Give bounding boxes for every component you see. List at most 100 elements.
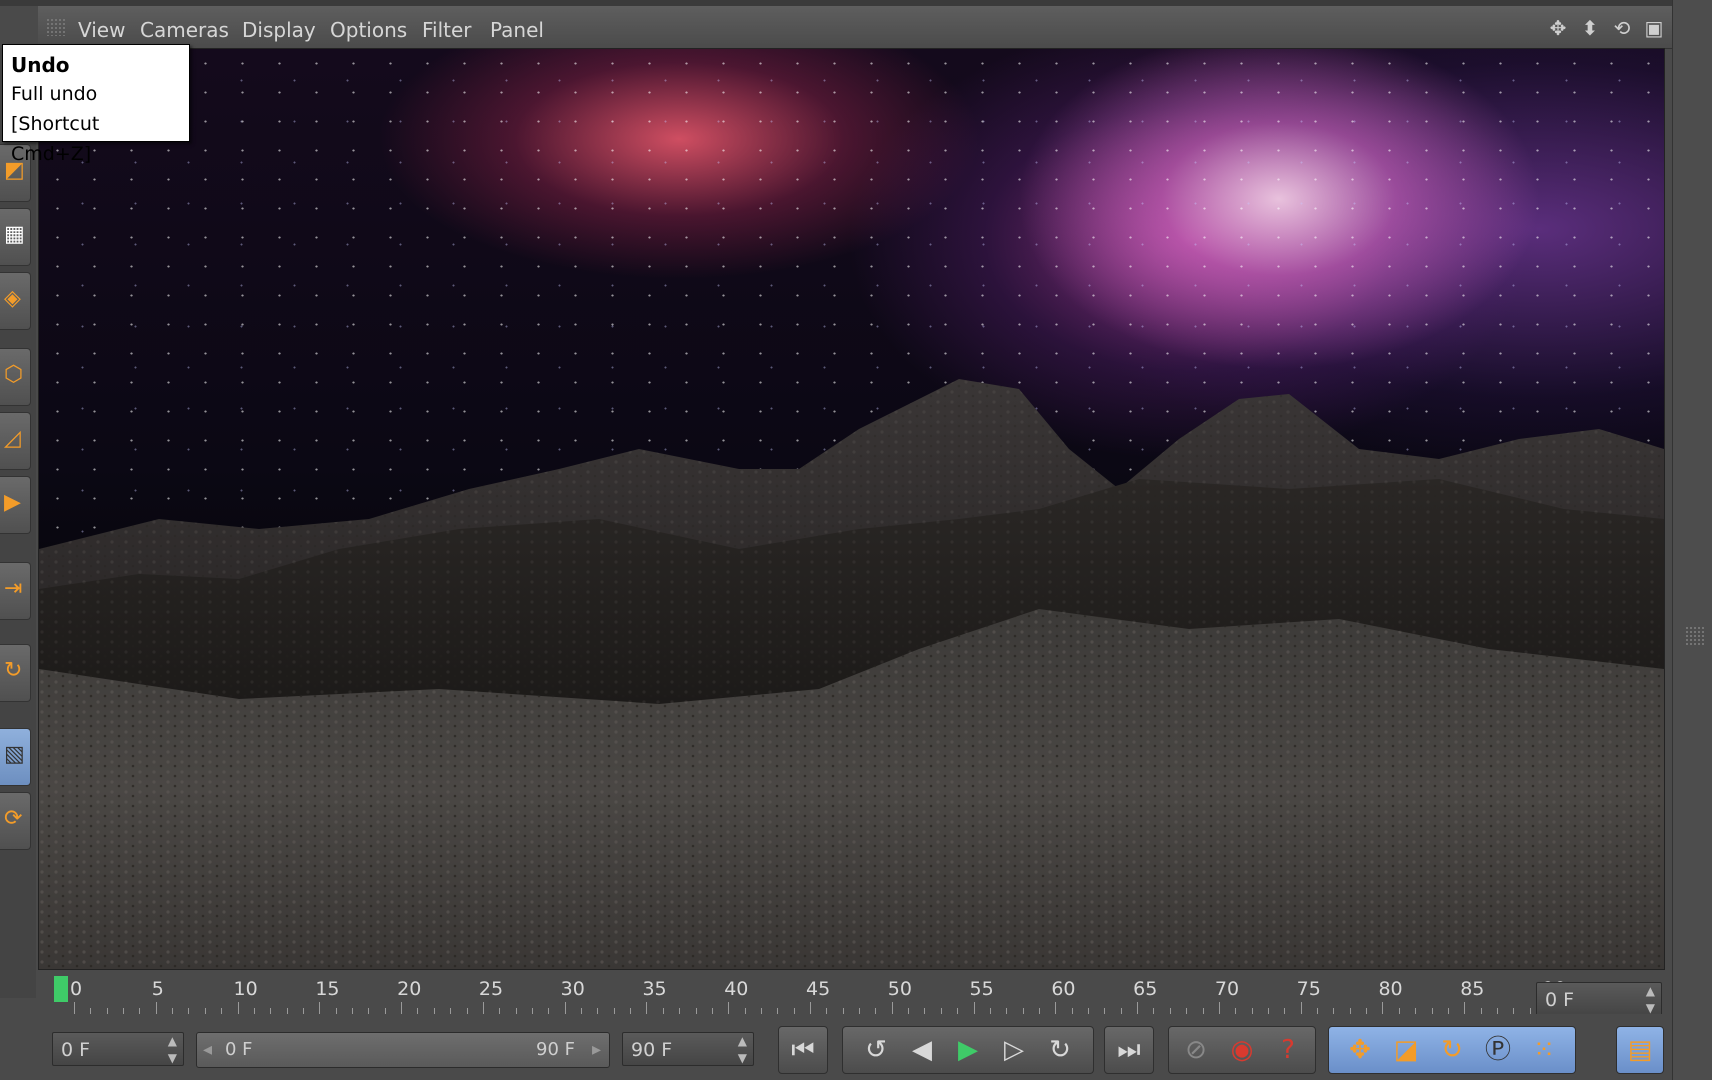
menu-options[interactable]: Options <box>330 18 407 42</box>
range-start-label: 0 F <box>225 1039 253 1060</box>
timeline-tick <box>482 1002 484 1014</box>
tool-points[interactable]: ⬡ <box>0 348 31 406</box>
skip-end-icon: ⏭ <box>1117 1035 1141 1065</box>
grid-icon: ◈ <box>4 286 21 311</box>
prev-key-icon[interactable]: ↺ <box>853 1027 899 1073</box>
tooltip-title: Undo <box>11 53 70 77</box>
menu-view[interactable]: View <box>78 18 125 42</box>
key-pla-icon[interactable]: ⁙ <box>1521 1027 1567 1073</box>
timeline-tick-label: 15 <box>315 978 340 1000</box>
key-rotation-icon[interactable]: ↻ <box>1429 1027 1475 1073</box>
right-side-panel <box>1672 0 1712 1080</box>
timeline-tick-label: 50 <box>887 978 912 1000</box>
terrain-render <box>39 379 1664 969</box>
current-frame-value: 0 F <box>1545 989 1575 1011</box>
timeline-tick <box>1382 1002 1384 1014</box>
toggle-layout-icon[interactable]: ▣ <box>1642 16 1666 40</box>
timeline-tick-label: 10 <box>233 978 258 1000</box>
tool-axis[interactable]: ⇥ <box>0 562 31 620</box>
timeline-tick <box>891 1002 893 1014</box>
step-forward-icon[interactable]: ▷ <box>991 1027 1037 1073</box>
record-disabled-icon[interactable]: ⊘ <box>1173 1027 1219 1073</box>
key-position-icon[interactable]: ✥ <box>1337 1027 1383 1073</box>
stepper-icon[interactable]: ▲ ▼ <box>738 1033 747 1067</box>
move-view-icon[interactable]: ✥ <box>1546 16 1570 40</box>
skip-start-icon: ⏮ <box>791 1035 815 1065</box>
tool-tweak[interactable]: ↻ <box>0 644 31 702</box>
timeline-tick <box>401 1002 403 1014</box>
menu-filter[interactable]: Filter <box>422 18 472 42</box>
timeline-tick-label: 60 <box>1051 978 1076 1000</box>
playhead[interactable] <box>54 976 68 1002</box>
key-parameter-icon[interactable]: Ⓟ <box>1475 1027 1521 1073</box>
next-key-icon[interactable]: ↻ <box>1037 1027 1083 1073</box>
polygons-icon: ▶ <box>4 490 21 515</box>
viewport-menubar: View Cameras Display Options Filter Pane… <box>38 6 1674 49</box>
key-scale-icon[interactable]: ◪ <box>1383 1027 1429 1073</box>
timeline-tick <box>1055 1002 1057 1014</box>
end-frame-field[interactable]: 90 F ▲ ▼ <box>622 1032 754 1066</box>
step-back-icon[interactable]: ◀ <box>899 1027 945 1073</box>
keyframe-selection-icon[interactable]: ? <box>1265 1027 1311 1073</box>
lock-workplane-icon: ⟳ <box>4 806 23 831</box>
film-strip-icon: ▤ <box>1627 1035 1653 1065</box>
range-slider[interactable]: ◂ 0 F 90 F ▸ <box>196 1032 610 1068</box>
tool-lock[interactable]: ⟳ <box>0 792 31 850</box>
checker-icon: ▦ <box>4 222 25 247</box>
menu-display[interactable]: Display <box>242 18 316 42</box>
timeline-tick-label: 30 <box>560 978 585 1000</box>
dolly-icon[interactable]: ⬍ <box>1578 16 1602 40</box>
tool-snap[interactable]: ▧ <box>0 728 31 786</box>
go-to-start-button[interactable]: ⏮ <box>778 1026 828 1074</box>
left-tool-palette: ◩ ▦ ◈ ⬡ ◿ ▶ ⇥ ↻ ▧ ⟳ <box>0 48 36 998</box>
tool-edges[interactable]: ◿ <box>0 412 31 470</box>
timeline-tick-label: 70 <box>1214 978 1240 1000</box>
timeline-tick <box>237 1002 239 1014</box>
range-left-arrow-icon[interactable]: ◂ <box>203 1033 212 1067</box>
start-frame-field[interactable]: 0 F ▲ ▼ <box>52 1032 184 1066</box>
timeline-ruler[interactable]: 051015202530354045505560657075808590 <box>38 970 1566 1014</box>
rotate-view-icon[interactable]: ⟲ <box>1610 16 1634 40</box>
undo-tooltip: Undo Full undo [Shortcut Cmd+Z] <box>2 44 190 165</box>
timeline-window-button[interactable]: ▤ <box>1616 1026 1664 1074</box>
points-icon: ⬡ <box>4 362 24 387</box>
tool-polygons[interactable]: ▶ <box>0 476 31 534</box>
go-to-end-button[interactable]: ⏭ <box>1104 1026 1154 1074</box>
autokey-icon[interactable]: ◉ <box>1219 1027 1265 1073</box>
timeline-tick <box>1464 1002 1466 1014</box>
range-end-label: 90 F <box>536 1039 575 1060</box>
play-icon[interactable]: ▶ <box>945 1027 991 1073</box>
range-right-arrow-icon[interactable]: ▸ <box>592 1033 601 1067</box>
timeline-tick-label: 65 <box>1133 978 1158 1000</box>
menu-cameras[interactable]: Cameras <box>140 18 229 42</box>
timeline-tick <box>728 1002 730 1014</box>
tool-workplane[interactable]: ◈ <box>0 272 31 330</box>
menu-panel[interactable]: Panel <box>490 18 544 42</box>
axis-icon: ⇥ <box>4 576 23 601</box>
tooltip-shortcut: [Shortcut Cmd+Z] <box>11 113 100 165</box>
tool-texture[interactable]: ▦ <box>0 208 31 266</box>
timeline-tick-label: 25 <box>478 978 504 1000</box>
timeline-tick-label: 0 <box>70 978 83 1000</box>
stepper-icon[interactable]: ▲ ▼ <box>1646 983 1655 1017</box>
grip-handle[interactable] <box>1685 626 1705 646</box>
timeline-tick <box>973 1002 975 1014</box>
timeline-tick <box>1300 1002 1302 1014</box>
3d-viewport[interactable] <box>38 48 1665 970</box>
timeline-tick-label: 5 <box>151 978 164 1000</box>
timeline-tick-label: 45 <box>806 978 831 1000</box>
grip-handle[interactable] <box>46 18 66 36</box>
timeline-tick <box>74 1002 75 1014</box>
timeline-tick-label: 35 <box>642 978 667 1000</box>
timeline-tick <box>155 1002 157 1014</box>
timeline-tick-label: 85 <box>1460 978 1485 1000</box>
playback-controls: ↺ ◀ ▶ ▷ ↻ <box>842 1026 1094 1074</box>
current-frame-field[interactable]: 0 F ▲ ▼ <box>1536 982 1662 1016</box>
stepper-icon[interactable]: ▲ ▼ <box>168 1033 177 1067</box>
tooltip-description: Full undo <box>11 83 98 105</box>
viewport-nav-icons: ✥ ⬍ ⟲ ▣ <box>1546 16 1666 40</box>
timeline-tick <box>1218 1002 1220 1014</box>
timeline-tick-label: 80 <box>1378 978 1403 1000</box>
transport-bar: 0 F ▲ ▼ ◂ 0 F 90 F ▸ 90 F ▲ ▼ ⏮ ↺ ◀ ▶ ▷ ↻ ⏭ ⊘ ◉… <box>38 1014 1664 1080</box>
timeline-tick <box>319 1002 321 1014</box>
